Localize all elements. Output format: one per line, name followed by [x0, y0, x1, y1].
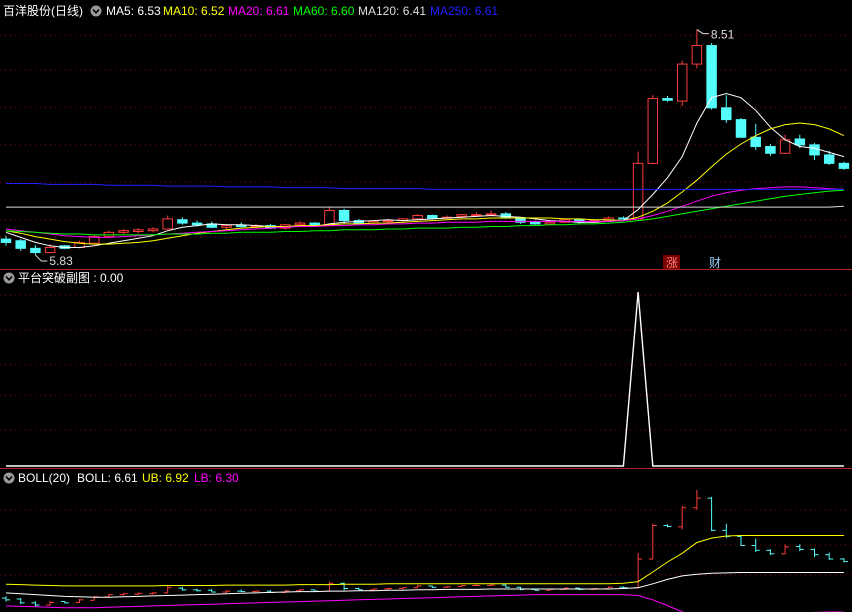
candle-down: [191, 222, 203, 226]
candle-down: [735, 119, 747, 138]
candle-down: [427, 215, 438, 219]
candle-down: [662, 98, 673, 101]
badge-cai[interactable]: 财: [709, 256, 721, 270]
candle-up: [471, 214, 482, 217]
candle-down: [15, 240, 26, 249]
candle-down: [809, 144, 820, 156]
candle-down: [750, 136, 761, 148]
candle-down: [529, 221, 541, 225]
candle-up: [412, 215, 423, 220]
candle-up: [544, 221, 556, 225]
candle-down: [721, 107, 732, 121]
candle-up: [647, 98, 659, 164]
candle-down: [30, 247, 41, 254]
candle-down: [177, 219, 188, 224]
stock-title: 百洋股份(日线): [3, 3, 83, 18]
stock-chart: 百洋股份(日线) MA5: 6.53 MA10: 6.52 MA20: 6.61…: [0, 0, 852, 612]
panel2-title: 平台突破副图 : 0.00: [18, 270, 124, 285]
ma20-label: MA20: 6.61: [228, 4, 290, 18]
candle-up: [221, 225, 232, 228]
badge-zhang[interactable]: 涨: [666, 255, 678, 270]
candle-up: [676, 63, 688, 102]
ma120-label: MA120: 6.41: [358, 4, 426, 18]
ma10-label: MA10: 6.52: [163, 4, 225, 18]
candle-up: [133, 229, 144, 233]
candle-down: [0, 238, 12, 243]
candle-up: [456, 214, 467, 217]
candle-up: [44, 246, 56, 254]
candle-down: [235, 225, 247, 228]
ub-label: UB: 6.92: [142, 471, 189, 485]
candle-up: [294, 222, 306, 226]
candle-up: [485, 213, 497, 216]
candle-up: [632, 162, 644, 220]
candle-down: [823, 154, 835, 164]
collapse-circle-icon[interactable]: [3, 472, 15, 484]
low-price-label: 5.83: [49, 254, 73, 268]
candle-down: [794, 138, 806, 146]
candle-up: [691, 45, 703, 65]
collapse-circle-icon[interactable]: [90, 5, 102, 17]
chart-background: [0, 0, 852, 612]
candle-up: [162, 218, 173, 230]
lb-label: LB: 6.30: [194, 471, 239, 485]
collapse-circle-icon[interactable]: [3, 272, 15, 284]
boll-name: BOLL(20): [18, 471, 70, 485]
candle-up: [118, 230, 129, 233]
ma60-label: MA60: 6.60: [293, 4, 355, 18]
high-price-label: 8.51: [711, 28, 735, 42]
boll-label: BOLL: 6.61: [77, 471, 138, 485]
ma250-label: MA250: 6.61: [430, 4, 498, 18]
candle-down: [765, 146, 776, 154]
candle-up: [382, 220, 394, 223]
candle-down: [338, 209, 350, 222]
ma5-label: MA5: 6.53: [106, 4, 161, 18]
candle-up: [147, 228, 159, 232]
candle-down: [838, 162, 850, 169]
